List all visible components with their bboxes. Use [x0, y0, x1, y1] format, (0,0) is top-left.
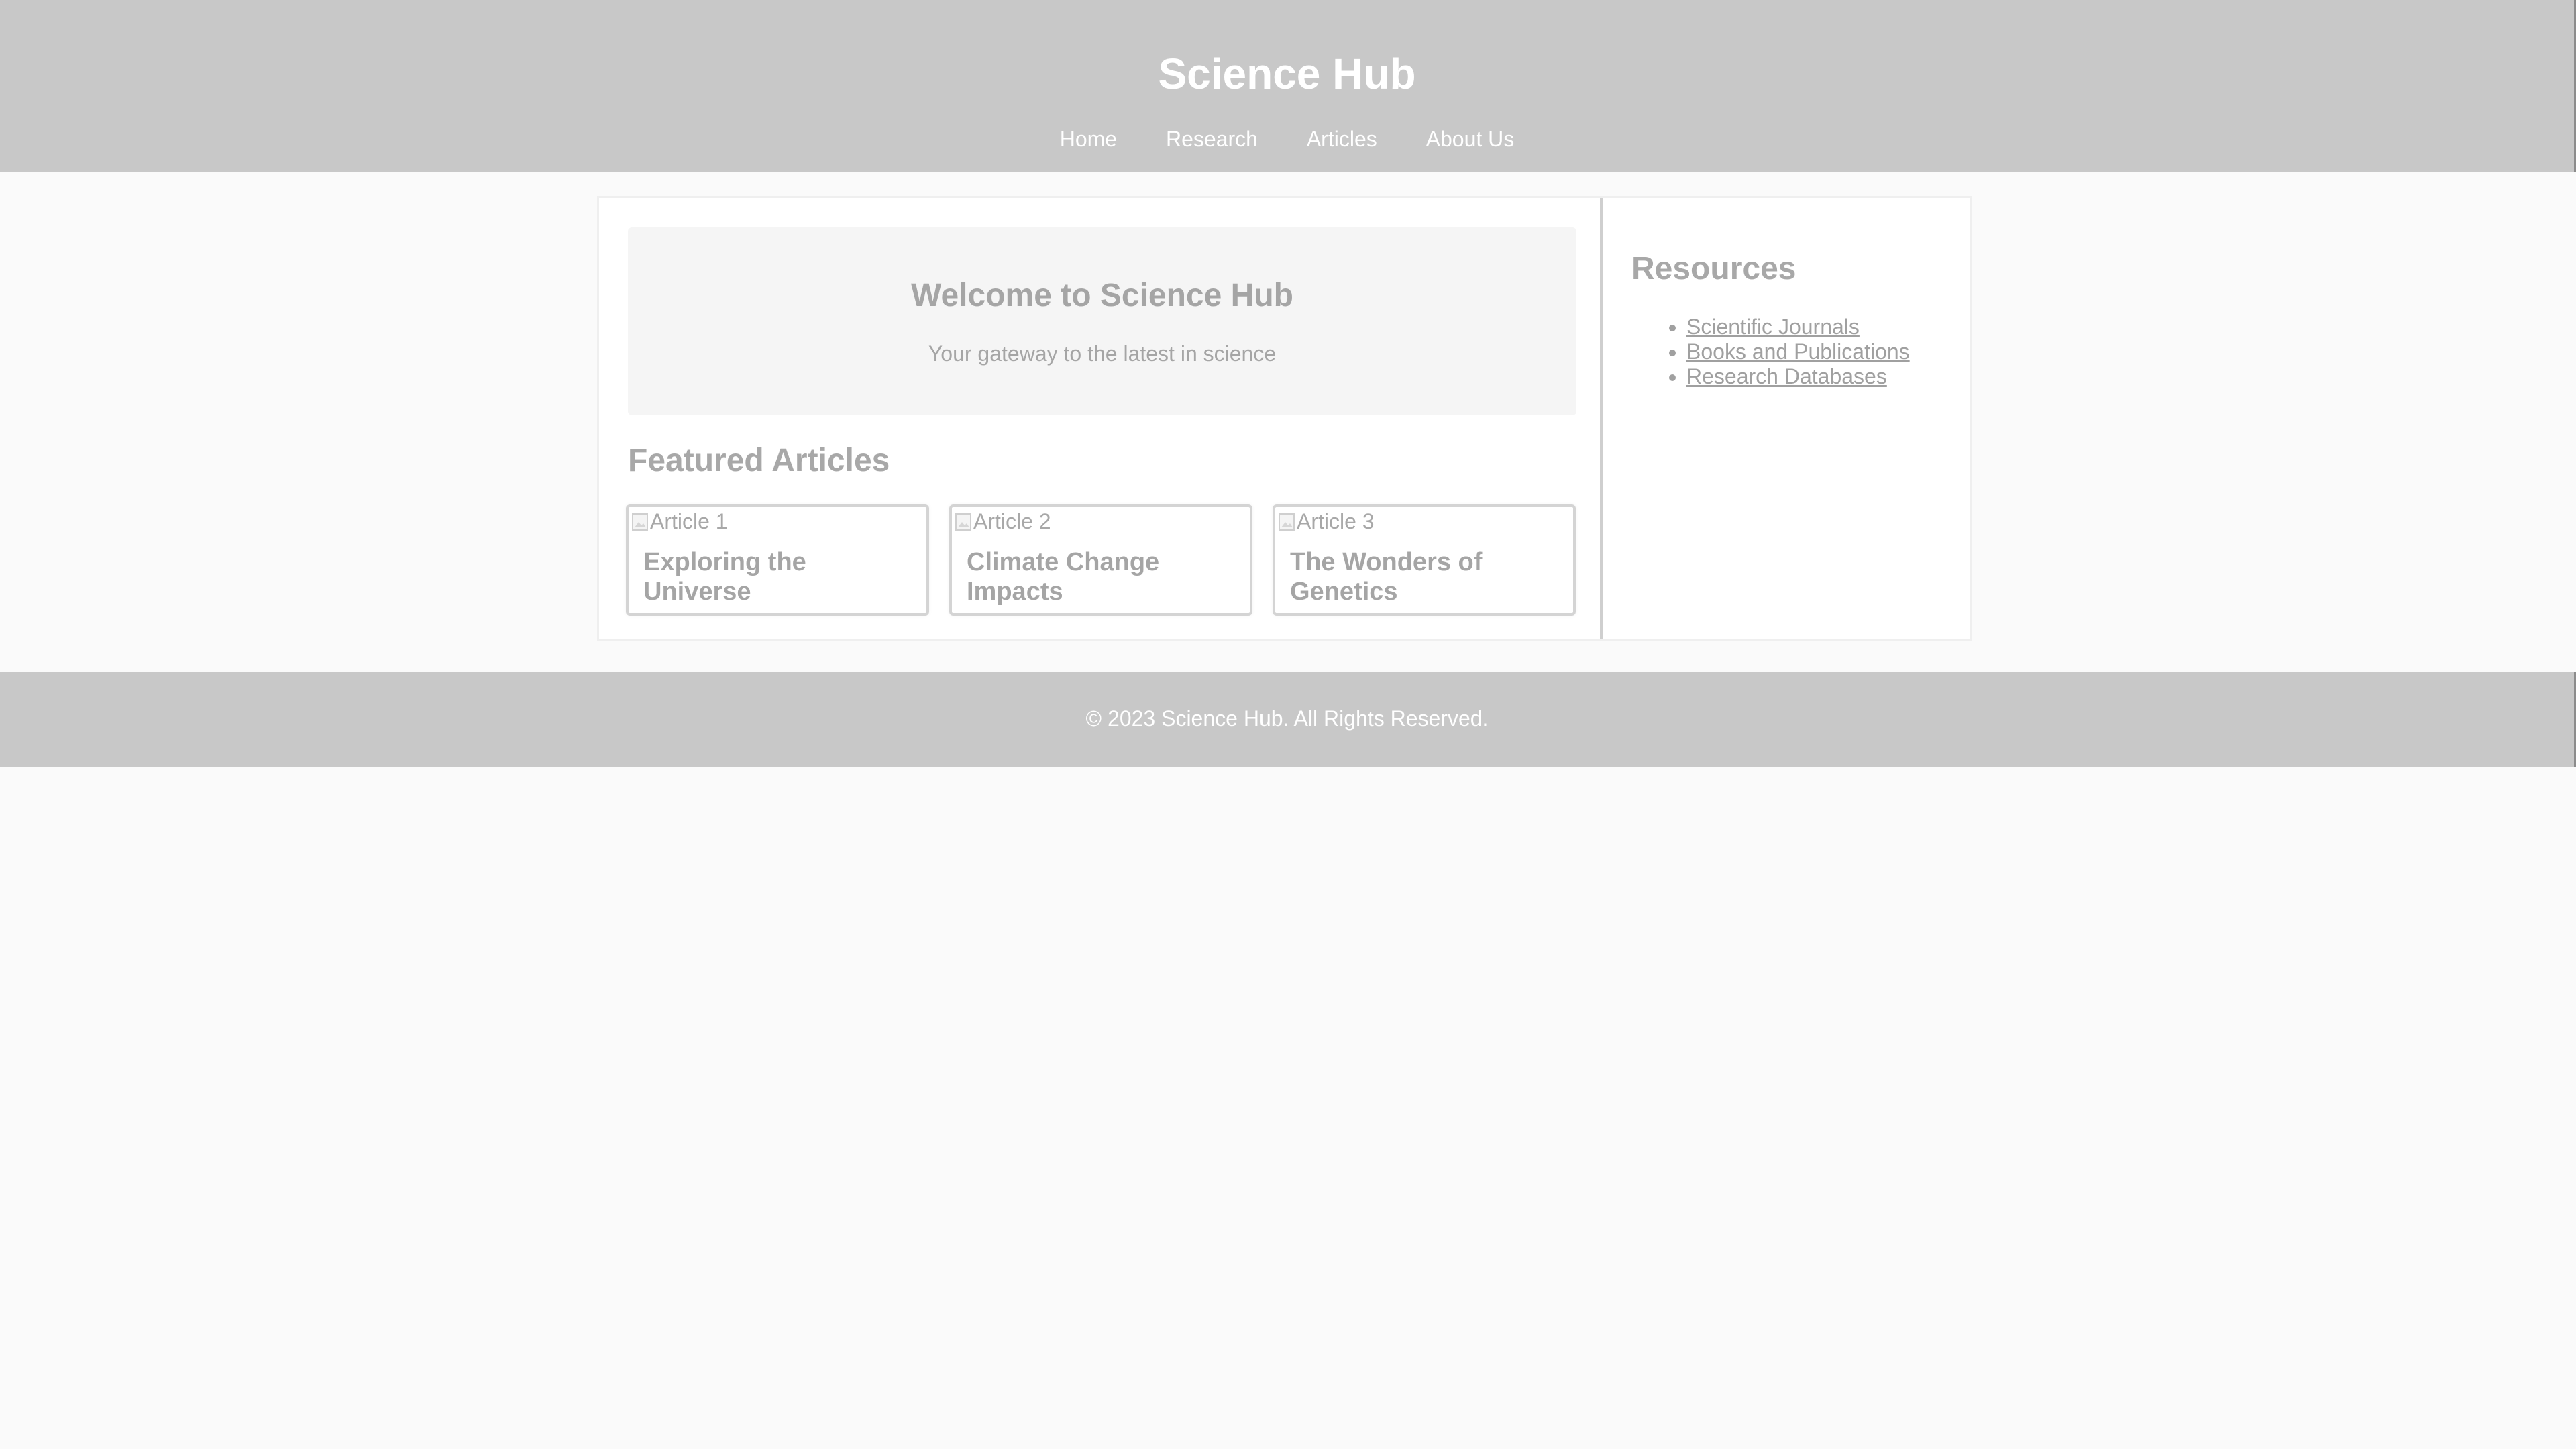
- featured-articles-heading: Featured Articles: [628, 443, 890, 478]
- featured-articles-list: Article 1 Exploring the Universe Article…: [626, 504, 1578, 619]
- nav-home-link[interactable]: Home: [1060, 125, 1117, 153]
- site-header: Science Hub Home Research Articles About…: [0, 0, 2576, 172]
- resource-link-books-publications[interactable]: Books and Publications: [1686, 339, 1910, 364]
- resource-item: Books and Publications: [1686, 339, 1910, 364]
- welcome-title: Welcome to Science Hub: [911, 278, 1293, 313]
- main-content: Welcome to Science Hub Your gateway to t…: [599, 198, 1603, 639]
- article-image-alt: Article 3: [1297, 509, 1375, 533]
- article-title[interactable]: Exploring the Universe: [643, 547, 905, 606]
- site-footer: © 2023 Science Hub. All Rights Reserved.: [0, 672, 2576, 767]
- resource-link-scientific-journals[interactable]: Scientific Journals: [1686, 315, 1860, 339]
- article-image-alt: Article 1: [650, 509, 728, 533]
- site-title: Science Hub: [1158, 50, 1416, 98]
- resources-list: Scientific Journals Books and Publicatio…: [1633, 315, 1910, 389]
- article-card[interactable]: Article 2 Climate Change Impacts: [949, 504, 1252, 616]
- article-image: Article 1: [631, 508, 728, 534]
- main-container: Welcome to Science Hub Your gateway to t…: [597, 196, 1972, 641]
- resource-item: Scientific Journals: [1686, 315, 1910, 339]
- article-card[interactable]: Article 1 Exploring the Universe: [626, 504, 929, 616]
- broken-image-icon: [1279, 513, 1295, 531]
- article-card[interactable]: Article 3 The Wonders of Genetics: [1273, 504, 1576, 616]
- nav-about-us-link[interactable]: About Us: [1426, 125, 1515, 153]
- article-title[interactable]: Climate Change Impacts: [967, 547, 1228, 606]
- sidebar: Resources Scientific Journals Books and …: [1603, 198, 1970, 639]
- footer-copyright: © 2023 Science Hub. All Rights Reserved.: [1085, 706, 1489, 731]
- main-nav: Home Research Articles About Us: [0, 125, 2574, 153]
- article-image: Article 2: [955, 508, 1051, 534]
- welcome-banner: Welcome to Science Hub Your gateway to t…: [628, 227, 1576, 415]
- article-image: Article 3: [1278, 508, 1375, 534]
- broken-image-icon: [632, 513, 648, 531]
- article-title[interactable]: The Wonders of Genetics: [1290, 547, 1552, 606]
- article-image-alt: Article 2: [973, 509, 1051, 533]
- nav-articles-link[interactable]: Articles: [1307, 125, 1377, 153]
- resource-link-research-databases[interactable]: Research Databases: [1686, 364, 1887, 388]
- resource-item: Research Databases: [1686, 364, 1910, 389]
- welcome-subtitle: Your gateway to the latest in science: [928, 341, 1277, 366]
- nav-research-link[interactable]: Research: [1166, 125, 1258, 153]
- resources-heading: Resources: [1631, 251, 1796, 286]
- broken-image-icon: [955, 513, 971, 531]
